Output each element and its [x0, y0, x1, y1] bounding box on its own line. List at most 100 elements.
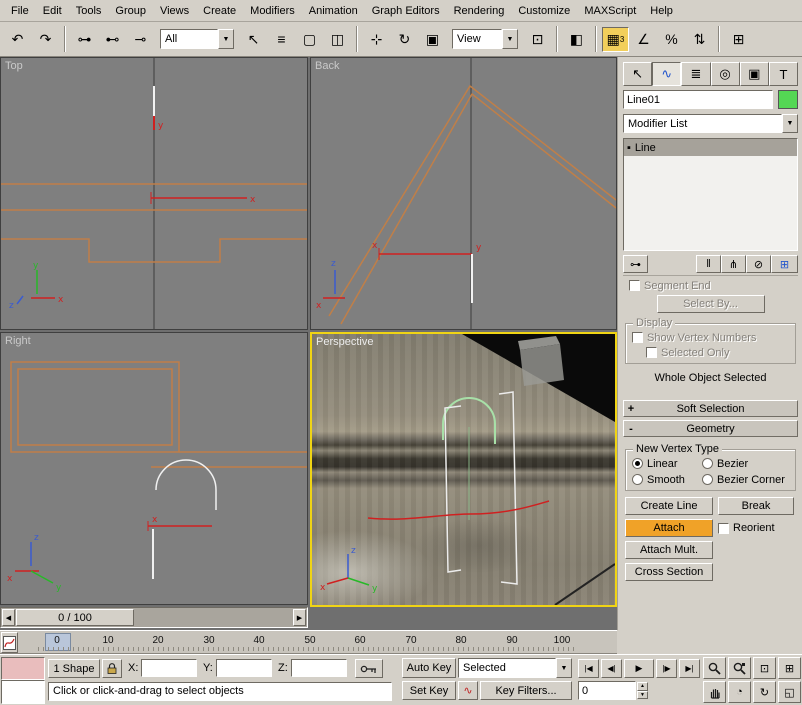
cross-section-button[interactable]: Cross Section: [625, 563, 713, 581]
select-object-icon[interactable]: ↖: [240, 26, 267, 52]
go-to-start-icon[interactable]: |◀: [578, 659, 599, 678]
menu-item-create[interactable]: Create: [196, 2, 243, 20]
menu-item-group[interactable]: Group: [108, 2, 153, 20]
modifier-stack-item[interactable]: ▪ Line: [624, 139, 797, 156]
mini-curve-editor-icon[interactable]: [1, 632, 18, 653]
spinner-snap-icon[interactable]: ⇅: [686, 26, 713, 52]
soft-selection-rollout[interactable]: + Soft Selection: [623, 400, 798, 417]
tab-hierarchy[interactable]: ≣: [681, 62, 711, 86]
play-animation-icon[interactable]: ▶: [624, 659, 654, 678]
geometry-rollout[interactable]: - Geometry: [623, 420, 798, 437]
unlink-icon[interactable]: ⊷: [99, 26, 126, 52]
time-slider-right-icon[interactable]: ▶: [293, 609, 306, 626]
scale-icon[interactable]: ▣: [419, 26, 446, 52]
selection-filter-dropdown[interactable]: All ▼: [160, 29, 234, 49]
modifier-stack[interactable]: ▪ Line: [623, 138, 798, 251]
auto-key-button[interactable]: Auto Key: [402, 658, 456, 678]
object-name-field[interactable]: [623, 90, 773, 109]
y-coordinate-field[interactable]: [216, 659, 272, 677]
menu-item-tools[interactable]: Tools: [69, 2, 109, 20]
mirror-icon[interactable]: ◧: [563, 26, 590, 52]
x-coordinate-field[interactable]: [141, 659, 197, 677]
spinner-down-icon[interactable]: ▼: [637, 690, 648, 699]
maxscript-mini-listener-white[interactable]: [1, 680, 45, 704]
radio-smooth[interactable]: Smooth: [632, 474, 702, 486]
window-crossing-icon[interactable]: ◫: [324, 26, 351, 52]
dropdown-arrow-icon[interactable]: ▼: [502, 29, 518, 49]
dropdown-arrow-icon[interactable]: ▼: [782, 114, 798, 133]
zoom-extents-all-icon[interactable]: ⊞: [778, 657, 801, 679]
zoom-extents-icon[interactable]: ⊡: [753, 657, 776, 679]
segment-end-checkbox[interactable]: [629, 280, 640, 291]
reorient-option[interactable]: Reorient: [718, 519, 794, 537]
reorient-checkbox[interactable]: [718, 522, 729, 534]
selected-only-checkbox[interactable]: [646, 347, 657, 358]
arc-rotate-icon[interactable]: ↻: [753, 681, 776, 703]
attach-button[interactable]: Attach: [625, 519, 713, 537]
track-bar[interactable]: 0 10 20 30 40 50 60 70 80 90 100: [0, 630, 617, 654]
time-slider-handle[interactable]: 0 / 100: [16, 609, 134, 626]
z-coordinate-field[interactable]: [291, 659, 347, 677]
redo-icon[interactable]: ↷: [32, 26, 59, 52]
key-filters-button[interactable]: Key Filters...: [480, 681, 572, 700]
transform-mode-key-icon[interactable]: [355, 659, 383, 678]
menu-item-views[interactable]: Views: [153, 2, 196, 20]
viewport-perspective[interactable]: Perspective z x y: [310, 332, 617, 607]
attach-mult-button[interactable]: Attach Mult.: [625, 541, 713, 559]
rotate-icon[interactable]: ↻: [391, 26, 418, 52]
set-key-button[interactable]: Set Key: [402, 681, 456, 700]
field-of-view-icon[interactable]: ◔: [728, 681, 751, 703]
select-link-icon[interactable]: ⊶: [71, 26, 98, 52]
menu-item-modifiers[interactable]: Modifiers: [243, 2, 302, 20]
radio-linear[interactable]: Linear: [632, 458, 702, 470]
viewport-right[interactable]: Right x z x y: [0, 332, 308, 605]
radio-bezier-corner[interactable]: Bezier Corner: [702, 474, 791, 486]
menu-item-animation[interactable]: Animation: [302, 2, 365, 20]
select-by-name-icon[interactable]: ≡: [268, 26, 295, 52]
make-unique-icon[interactable]: ⋔: [721, 255, 746, 273]
configure-modifier-sets-icon[interactable]: ⊞: [771, 255, 798, 273]
next-frame-icon[interactable]: |▶: [656, 659, 677, 678]
go-to-end-icon[interactable]: ▶|: [679, 659, 700, 678]
viewport-back[interactable]: Back x y z x: [310, 57, 617, 330]
dropdown-arrow-icon[interactable]: ▼: [556, 658, 572, 678]
object-color-swatch[interactable]: [778, 90, 798, 109]
selected-filter-dropdown[interactable]: Selected ▼: [458, 658, 572, 678]
angle-snap-icon[interactable]: ∠: [630, 26, 657, 52]
viewport-top[interactable]: Top y x y x z: [0, 57, 308, 330]
keyboard-override-icon[interactable]: ⊞: [725, 26, 752, 52]
percent-snap-icon[interactable]: %: [658, 26, 685, 52]
tab-modify[interactable]: ∿: [652, 62, 682, 86]
pin-stack-icon[interactable]: ⊶: [623, 255, 648, 273]
menu-item-customize[interactable]: Customize: [511, 2, 577, 20]
radio-bezier[interactable]: Bezier: [702, 458, 791, 470]
show-end-result-icon[interactable]: ‖: [696, 255, 721, 273]
show-vertex-numbers-checkbox[interactable]: [632, 332, 643, 343]
use-center-icon[interactable]: ⊡: [524, 26, 551, 52]
reference-coordinate-dropdown[interactable]: View ▼: [452, 29, 518, 49]
remove-modifier-icon[interactable]: ⊘: [746, 255, 771, 273]
zoom-icon[interactable]: [703, 657, 726, 679]
bind-spacewarp-icon[interactable]: ⊸: [127, 26, 154, 52]
time-slider[interactable]: ◀ 0 / 100 ▶: [0, 607, 308, 628]
frame-spinner[interactable]: ▲ ▼: [637, 682, 648, 699]
menu-item-rendering[interactable]: Rendering: [447, 2, 512, 20]
tab-display[interactable]: ▣: [739, 62, 769, 86]
pan-icon[interactable]: [703, 681, 726, 703]
spinner-up-icon[interactable]: ▲: [637, 682, 648, 691]
maximize-viewport-icon[interactable]: ◱: [778, 681, 801, 703]
maxscript-mini-listener-pink[interactable]: [1, 657, 45, 680]
snap-toggle-icon[interactable]: ▦ 3: [602, 26, 629, 52]
menu-item-graph-editors[interactable]: Graph Editors: [365, 2, 447, 20]
selection-region-icon[interactable]: ▢: [296, 26, 323, 52]
tab-motion[interactable]: ◎: [710, 62, 740, 86]
break-button[interactable]: Break: [718, 497, 794, 515]
menu-item-help[interactable]: Help: [643, 2, 680, 20]
create-line-button[interactable]: Create Line: [625, 497, 713, 515]
previous-frame-icon[interactable]: ◀|: [601, 659, 622, 678]
key-tangent-icon[interactable]: ∿: [458, 681, 478, 700]
menu-item-edit[interactable]: Edit: [36, 2, 69, 20]
undo-icon[interactable]: ↶: [4, 26, 31, 52]
selection-lock-icon[interactable]: [102, 659, 122, 678]
tab-utilities[interactable]: T: [768, 62, 799, 86]
